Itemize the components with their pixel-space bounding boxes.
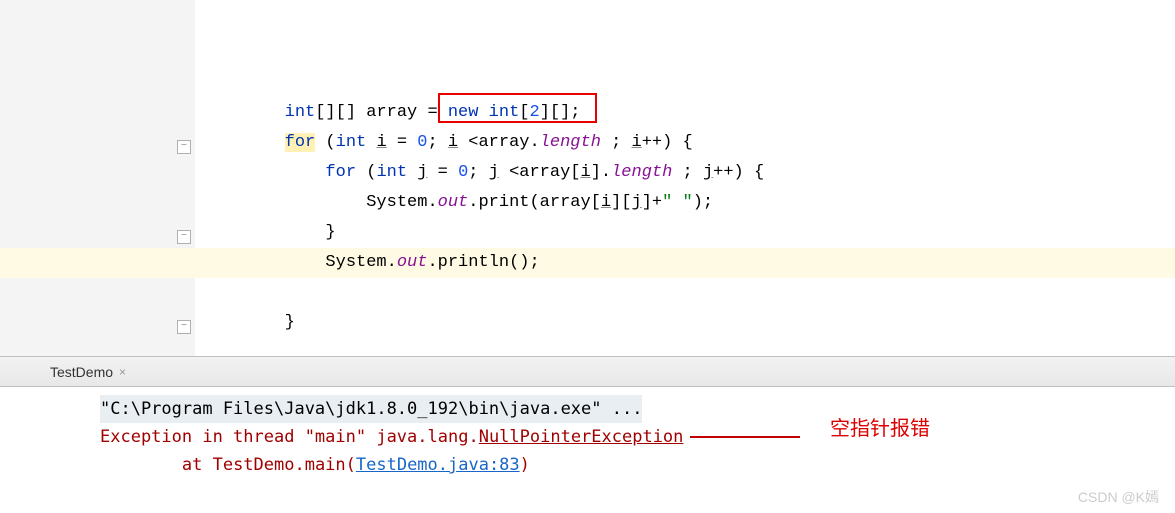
- tab-label: TestDemo: [50, 364, 113, 380]
- fold-icon[interactable]: −: [177, 140, 191, 154]
- watermark: CSDN @K嫣: [1078, 487, 1159, 507]
- code-line[interactable]: }: [203, 218, 1175, 248]
- fold-icon[interactable]: −: [177, 230, 191, 244]
- tab-testdemo[interactable]: TestDemo ×: [40, 357, 136, 386]
- console-tabbar: TestDemo ×: [0, 356, 1175, 387]
- annotation-text: 空指针报错: [830, 412, 930, 441]
- editor-gutter-fold: − − −: [160, 0, 195, 356]
- code-line[interactable]: [203, 278, 1175, 308]
- editor-gutter-left: [0, 0, 160, 356]
- console-output[interactable]: "C:\Program Files\Java\jdk1.8.0_192\bin\…: [0, 387, 1175, 479]
- code-line[interactable]: }: [203, 308, 1175, 338]
- console-line-exception: Exception in thread "main" java.lang.Nul…: [100, 423, 1175, 451]
- code-line[interactable]: for (int i = 0; i <array.length ; i++) {: [203, 128, 1175, 158]
- code-line[interactable]: System.out.println();: [0, 248, 1175, 278]
- code-blank: [203, 0, 1175, 98]
- console-line-at: at TestDemo.main(TestDemo.java:83): [100, 451, 1175, 479]
- code-content[interactable]: int[][] array = new int[2][]; for (int i…: [195, 0, 1175, 356]
- code-line[interactable]: int[][] array = new int[2][];: [203, 98, 1175, 128]
- code-line[interactable]: for (int j = 0; j <array[i].length ; j++…: [203, 158, 1175, 188]
- annotation-underline: [690, 436, 800, 438]
- stacktrace-link[interactable]: TestDemo.java:83: [356, 455, 520, 475]
- code-line[interactable]: System.out.print(array[i][j]+" ");: [203, 188, 1175, 218]
- console-line-cmd: "C:\Program Files\Java\jdk1.8.0_192\bin\…: [100, 395, 1175, 423]
- close-icon[interactable]: ×: [119, 365, 126, 379]
- code-editor[interactable]: − − − int[][] array = new int[2][]; for …: [0, 0, 1175, 356]
- fold-icon[interactable]: −: [177, 320, 191, 334]
